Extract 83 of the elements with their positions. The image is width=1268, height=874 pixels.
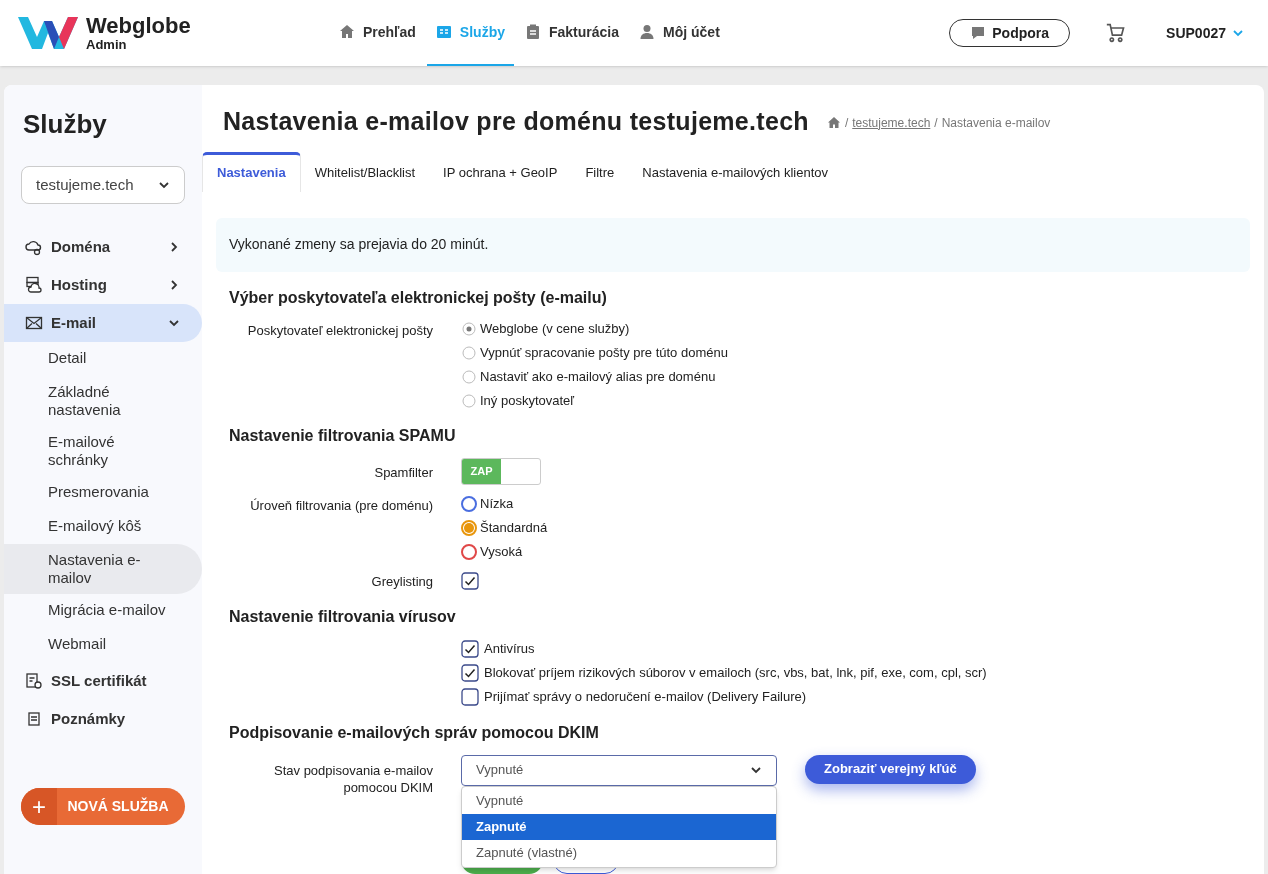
radio-button[interactable] [461, 344, 477, 361]
nav-tab[interactable]: Prehľad [330, 0, 425, 66]
sidebar-subitem[interactable]: E-mailové schránky [4, 426, 202, 476]
sidebar-title: Služby [22, 108, 108, 141]
radio-button[interactable] [461, 392, 477, 409]
note-icon [25, 710, 43, 728]
sidebar-subitem[interactable]: Nastavenia e-mailov [4, 544, 202, 594]
radio-label: Vypnúť spracovanie pošty pre túto doménu [480, 343, 728, 362]
envelope-icon [25, 314, 43, 332]
section-heading: Nastavenie filtrovania SPAMU [229, 425, 457, 446]
field-label: Spamfilter [374, 464, 433, 480]
radio-button[interactable] [461, 519, 477, 536]
section-heading: Podpisovanie e-mailových správ pomocou DKIM [229, 722, 600, 743]
server-cloud-icon [25, 276, 43, 294]
dropdown-option[interactable]: Vypnuté [462, 787, 776, 814]
dropdown-option[interactable]: Zapnuté (vlastné) [462, 839, 776, 866]
dropdown-option[interactable]: Zapnuté [462, 813, 776, 840]
logo-subtitle: Admin [86, 38, 127, 51]
home-icon [339, 24, 355, 40]
tab[interactable]: Filtre [571, 151, 629, 192]
notice-box: Vykonané zmeny sa prejavia do 20 minút. [216, 217, 1250, 272]
sidebar-subitem[interactable]: Presmerovania [4, 476, 202, 510]
field-label: Poskytovateľ elektronickej pošty [247, 322, 433, 338]
radio-button[interactable] [461, 495, 477, 512]
radio-label: Iný poskytovateľ [480, 391, 575, 410]
sidebar-subitem[interactable]: Základné nastavenia [4, 376, 202, 426]
chevron-icon [1232, 27, 1244, 39]
new-service-button[interactable]: + NOVÁ SLUŽBA [21, 788, 185, 825]
section-heading: Výber poskytovateľa elektronickej pošty (e-mailu) [229, 287, 608, 308]
sidebar-item[interactable]: SSL certifikát [4, 662, 202, 700]
list-card-icon [435, 24, 452, 40]
field-label: Úroveň filtrovania (pre doménu) [250, 497, 433, 513]
field-label: Greylisting [371, 573, 433, 589]
radio-label: Štandardná [480, 518, 548, 537]
checkbox-label: Prijímať správy o nedoručení e-mailov (Delivery Failure) [484, 687, 807, 706]
tab[interactable]: Nastavenia e-mailových klientov [628, 151, 842, 192]
certificate-icon [25, 672, 43, 690]
radio-button[interactable] [461, 543, 477, 560]
sidebar-subitem[interactable]: Migrácia e-mailov [4, 594, 202, 628]
nav-tab[interactable]: Fakturácia [516, 0, 629, 66]
breadcrumb-link[interactable]: testujeme.tech [852, 113, 931, 132]
breadcrumb-current: Nastavenia e-mailov [941, 114, 1051, 132]
cloud-globe-icon [25, 238, 43, 256]
radio-label: Webglobe (v cene služby) [480, 319, 630, 338]
home-icon [826, 116, 841, 130]
section-heading: Nastavenie filtrovania vírusov [229, 606, 457, 627]
select-field[interactable]: Vypnuté [461, 754, 777, 786]
user-icon [639, 24, 656, 40]
sidebar-item[interactable]: Hosting [4, 266, 202, 304]
page-title: Nastavenia e-mailov pre doménu testujeme.tech [223, 106, 809, 137]
checkbox-label: Antivírus [484, 639, 535, 658]
radio-label: Vysoká [480, 542, 523, 561]
chat-bubble-icon [970, 25, 987, 41]
tab[interactable]: IP ochrana + GeoIP [429, 151, 572, 192]
show-key-button[interactable]: Zobraziť verejný kľúč [805, 754, 976, 784]
sidebar-subitem[interactable]: Webmail [4, 628, 202, 662]
checkbox-label: Blokovať príjem rizikových súborov v emailoch (src, vbs, bat, lnk, pif, exe, com, cpl, scr) [484, 663, 987, 682]
chevron-icon [750, 764, 762, 776]
breadcrumb-separator: / [934, 114, 938, 132]
sidebar-item[interactable]: Doména [4, 228, 202, 266]
radio-button[interactable] [461, 368, 477, 385]
radio-label: Nastaviť ako e-mailový alias pre doménu [480, 367, 716, 386]
domain-select[interactable]: testujeme.tech [21, 166, 185, 204]
tab[interactable]: Nastavenia [202, 151, 301, 192]
clipboard-icon [525, 24, 541, 40]
sidebar-item[interactable]: E-mail [4, 304, 202, 342]
radio-label: Nízka [480, 494, 514, 513]
checkbox[interactable] [461, 639, 479, 658]
checkbox[interactable] [461, 571, 479, 590]
cart-icon[interactable] [1106, 23, 1127, 43]
chevron-icon [158, 179, 170, 191]
logo-name: Webglobe [86, 15, 191, 37]
sidebar-subitem[interactable]: Detail [4, 342, 202, 376]
radio-button[interactable] [461, 320, 477, 337]
checkbox[interactable] [461, 687, 479, 706]
nav-tab[interactable]: Môj účet [630, 0, 729, 66]
sidebar-item[interactable]: Poznámky [4, 700, 202, 738]
tab[interactable]: Whitelist/Blacklist [300, 151, 430, 192]
checkbox[interactable] [461, 663, 479, 682]
field-label: Stav podpisovania e-mailov pomocou DKIM [274, 762, 433, 795]
account-menu[interactable]: SUP0027 [1166, 22, 1244, 44]
sidebar-subitem[interactable]: E-mailový kôš [4, 510, 202, 544]
breadcrumb-separator: / [844, 114, 849, 132]
